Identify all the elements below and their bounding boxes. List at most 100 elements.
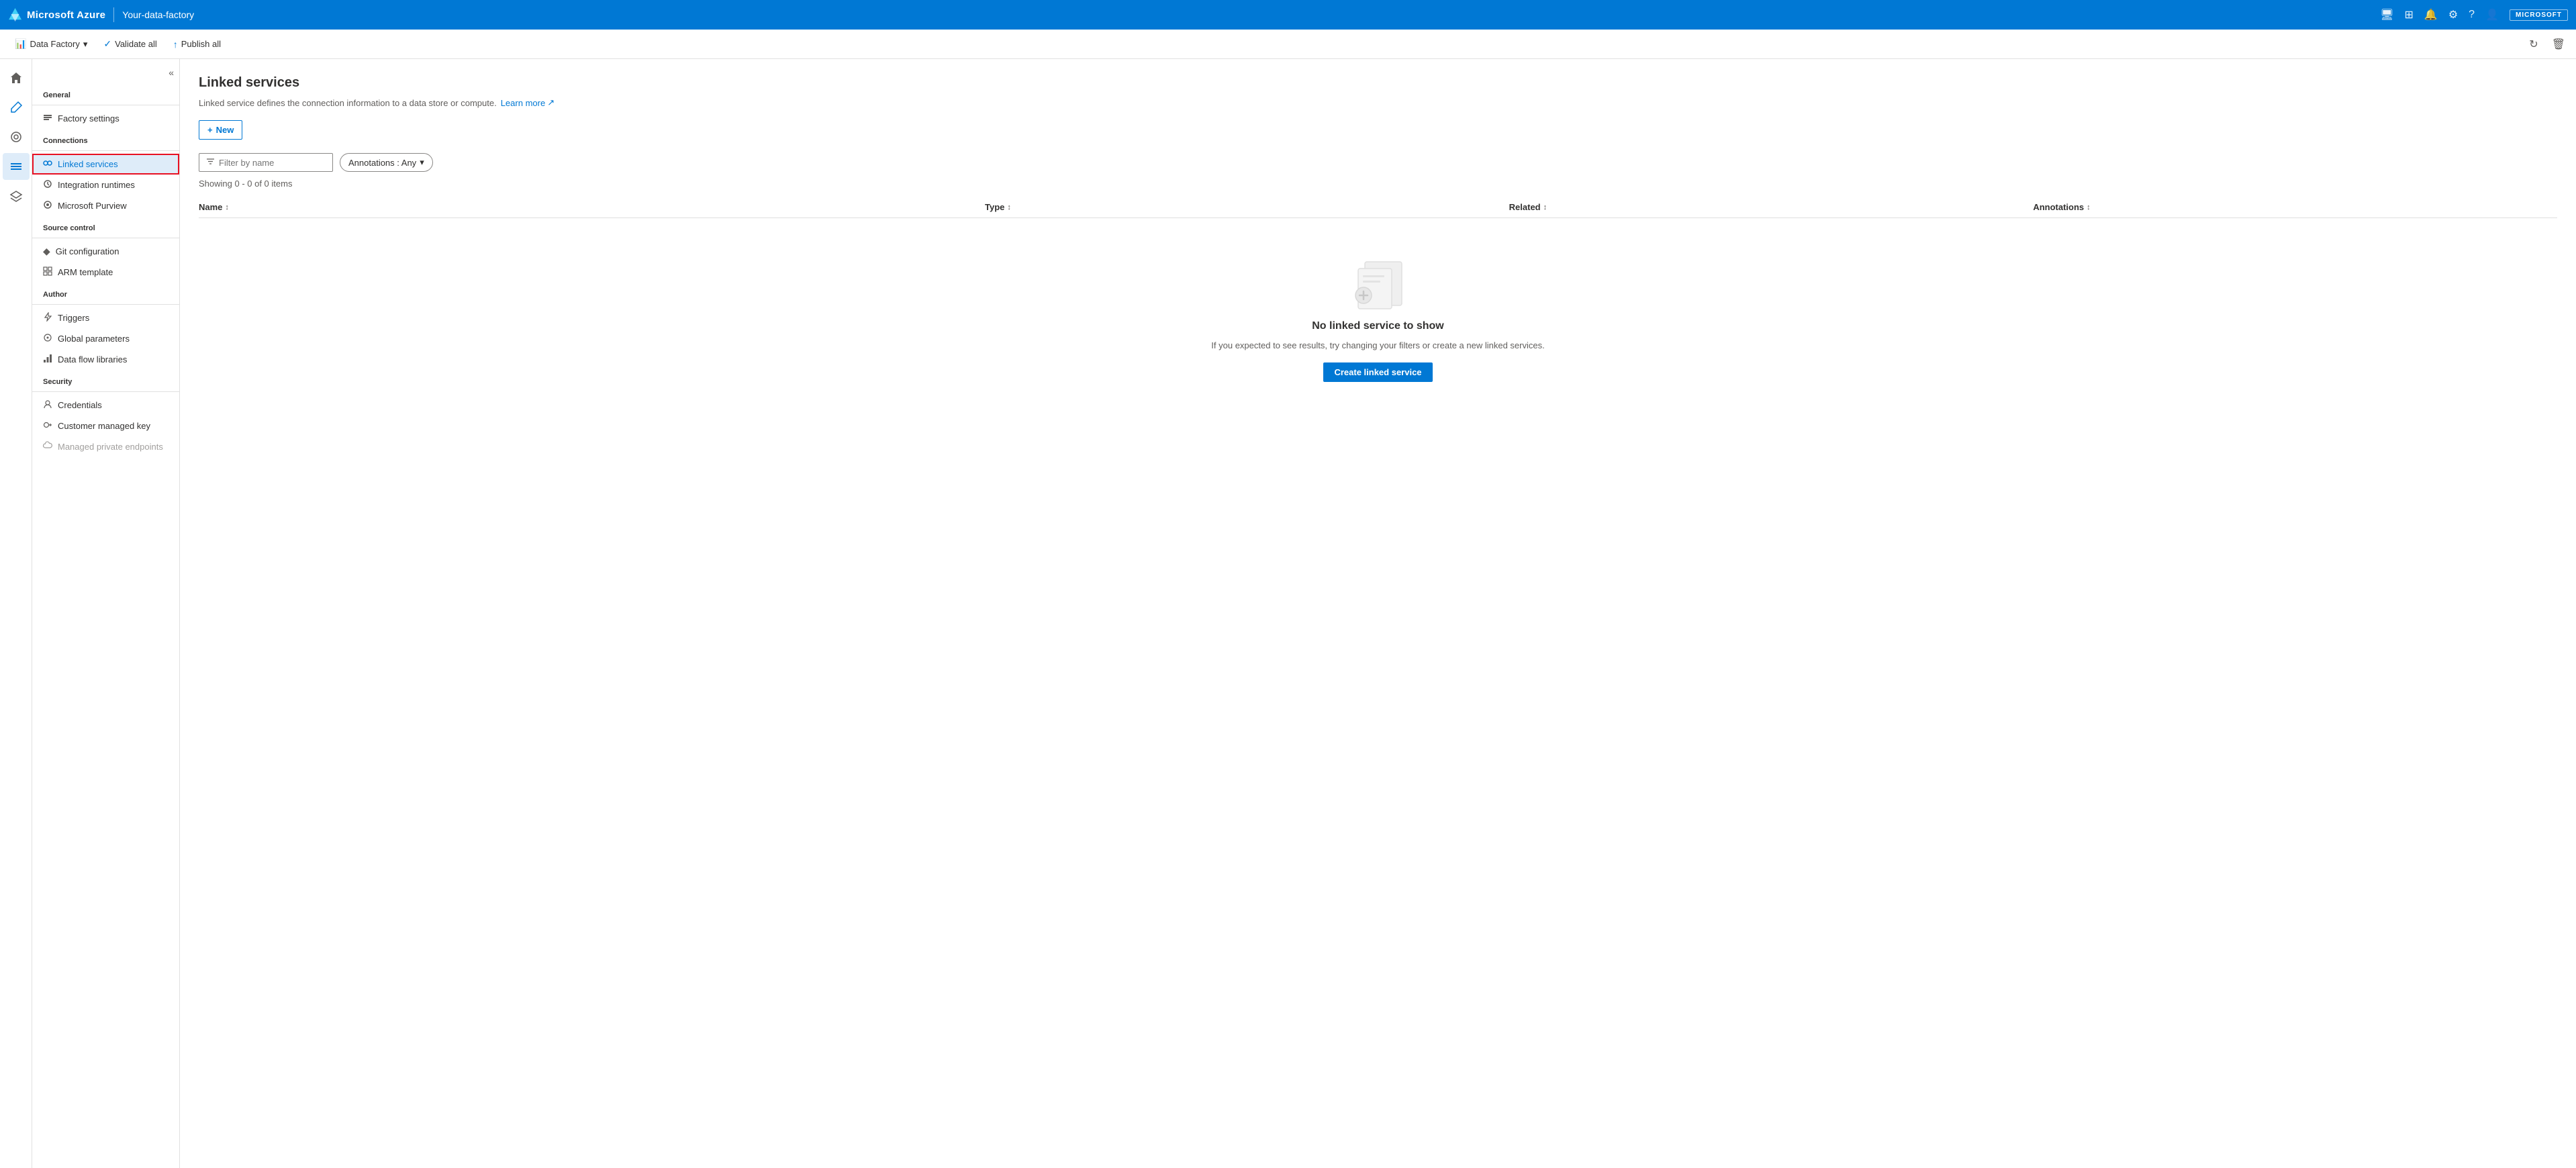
security-divider xyxy=(32,391,179,392)
nav-item-arm-template[interactable]: ARM template xyxy=(32,262,179,283)
factory-name: Your-data-factory xyxy=(122,9,194,20)
customer-managed-key-label: Customer managed key xyxy=(58,421,150,431)
sidebar-icon-home[interactable] xyxy=(3,64,30,91)
col-header-related[interactable]: Related ↕ xyxy=(1509,202,2034,212)
sort-annotations-icon: ↕ xyxy=(2087,203,2091,211)
integration-runtimes-icon xyxy=(43,179,52,191)
global-parameters-label: Global parameters xyxy=(58,334,130,344)
page-description: Linked service defines the connection in… xyxy=(199,97,2557,108)
validate-all-label: Validate all xyxy=(115,39,157,49)
brand-name: Microsoft Azure xyxy=(27,9,105,21)
create-linked-service-label: Create linked service xyxy=(1334,367,1421,377)
description-text: Linked service defines the connection in… xyxy=(199,98,497,108)
validate-all-button[interactable]: ✓ Validate all xyxy=(97,35,163,53)
filter-input-wrap xyxy=(199,153,333,172)
annotations-chevron-icon: ▾ xyxy=(420,157,424,168)
refresh-button[interactable]: ↻ xyxy=(2526,35,2540,54)
annotations-label: Annotations : Any xyxy=(348,158,416,168)
nav-item-customer-managed-key[interactable]: Customer managed key xyxy=(32,416,179,436)
triggers-label: Triggers xyxy=(58,313,89,323)
data-factory-label: Data Factory xyxy=(30,39,79,49)
col-related-label: Related xyxy=(1509,202,1541,212)
nav-item-managed-private-endpoints: Managed private endpoints xyxy=(32,436,179,457)
main-content: Linked services Linked service defines t… xyxy=(180,59,2576,1168)
credentials-icon xyxy=(43,399,52,411)
filter-input[interactable] xyxy=(219,158,326,168)
annotations-button[interactable]: Annotations : Any ▾ xyxy=(340,153,433,172)
factory-settings-label: Factory settings xyxy=(58,113,120,124)
azure-logo-icon xyxy=(8,8,21,21)
icon-sidebar xyxy=(0,59,32,1168)
col-header-annotations[interactable]: Annotations ↕ xyxy=(2033,202,2557,212)
topbar-separator xyxy=(113,7,114,22)
collapse-btn-row: « xyxy=(32,64,179,81)
publish-all-button[interactable]: ↑ Publish all xyxy=(166,36,228,53)
new-button[interactable]: + New xyxy=(199,120,242,140)
publish-icon: ↑ xyxy=(173,39,178,50)
dropdown-arrow-icon: ▾ xyxy=(83,39,88,50)
learn-more-link[interactable]: Learn more ↗ xyxy=(501,97,555,108)
col-annotations-label: Annotations xyxy=(2033,202,2084,212)
data-factory-button[interactable]: 📊 Data Factory ▾ xyxy=(8,35,94,53)
security-section-label: Security xyxy=(32,370,179,389)
col-name-label: Name xyxy=(199,202,222,212)
git-icon: ◆ xyxy=(43,246,50,257)
linked-services-icon xyxy=(43,158,52,170)
credentials-label: Credentials xyxy=(58,400,102,410)
settings-icon[interactable]: ⚙ xyxy=(2448,8,2458,21)
sort-type-icon: ↕ xyxy=(1007,203,1011,211)
topbar-right: 🖥 ⊞ 🔔 ⚙ ? 👤 MICROSOFT xyxy=(2380,8,2568,21)
sidebar-icon-manage[interactable] xyxy=(3,153,30,180)
purview-icon xyxy=(43,200,52,211)
topbar-brand: Microsoft Azure xyxy=(8,8,105,21)
nav-item-factory-settings[interactable]: Factory settings xyxy=(32,108,179,129)
showing-count: Showing 0 - 0 of 0 items xyxy=(199,179,2557,189)
empty-state-subtitle: If you expected to see results, try chan… xyxy=(1211,340,1544,350)
nav-item-credentials[interactable]: Credentials xyxy=(32,395,179,416)
discard-button[interactable]: 🗑 xyxy=(2549,35,2568,54)
collapse-sidebar-button[interactable]: « xyxy=(169,67,174,78)
connections-divider xyxy=(32,150,179,151)
arm-template-label: ARM template xyxy=(58,267,113,277)
col-header-name[interactable]: Name ↕ xyxy=(199,202,985,212)
nav-item-data-flow-libraries[interactable]: Data flow libraries xyxy=(32,349,179,370)
connections-section-label: Connections xyxy=(32,129,179,148)
publish-all-label: Publish all xyxy=(181,39,221,49)
author-divider xyxy=(32,304,179,305)
app-layout: « General Factory settings Connections L… xyxy=(0,59,2576,1168)
bell-icon[interactable]: 🔔 xyxy=(2424,8,2438,21)
empty-state-illustration xyxy=(1345,258,1412,312)
cloud-icon xyxy=(43,441,52,452)
nav-item-microsoft-purview[interactable]: Microsoft Purview xyxy=(32,195,179,216)
arm-icon xyxy=(43,266,52,278)
factory-icon: 📊 xyxy=(15,38,26,50)
table-header: Name ↕ Type ↕ Related ↕ Annotations ↕ xyxy=(199,197,2557,218)
factory-settings-icon xyxy=(43,113,52,124)
sort-name-icon: ↕ xyxy=(225,203,229,211)
user-icon[interactable]: 👤 xyxy=(2485,8,2499,21)
nav-item-integration-runtimes[interactable]: Integration runtimes xyxy=(32,175,179,195)
sidebar-icon-monitor[interactable] xyxy=(3,124,30,150)
help-icon[interactable]: ? xyxy=(2469,9,2475,21)
col-type-label: Type xyxy=(985,202,1004,212)
git-configuration-label: Git configuration xyxy=(56,246,120,256)
monitor-icon[interactable]: 🖥 xyxy=(2380,8,2393,21)
col-header-type[interactable]: Type ↕ xyxy=(985,202,1509,212)
nav-item-global-parameters[interactable]: Global parameters xyxy=(32,328,179,349)
nav-sidebar: « General Factory settings Connections L… xyxy=(32,59,180,1168)
filter-row: Annotations : Any ▾ xyxy=(199,153,2557,172)
nav-item-linked-services[interactable]: Linked services xyxy=(32,154,179,175)
create-linked-service-button[interactable]: Create linked service xyxy=(1323,362,1432,382)
external-link-icon: ↗ xyxy=(547,97,555,108)
data-flow-libraries-label: Data flow libraries xyxy=(58,354,127,364)
author-section-label: Author xyxy=(32,283,179,301)
managed-private-endpoints-label: Managed private endpoints xyxy=(58,442,163,452)
sidebar-icon-learn[interactable] xyxy=(3,183,30,209)
grid-icon[interactable]: ⊞ xyxy=(2405,8,2414,21)
filter-icon xyxy=(206,157,215,168)
validate-icon: ✓ xyxy=(103,38,111,50)
nav-item-git-configuration[interactable]: ◆ Git configuration xyxy=(32,241,179,262)
nav-item-triggers[interactable]: Triggers xyxy=(32,307,179,328)
empty-state-title: No linked service to show xyxy=(1312,320,1444,332)
sidebar-icon-author[interactable] xyxy=(3,94,30,121)
